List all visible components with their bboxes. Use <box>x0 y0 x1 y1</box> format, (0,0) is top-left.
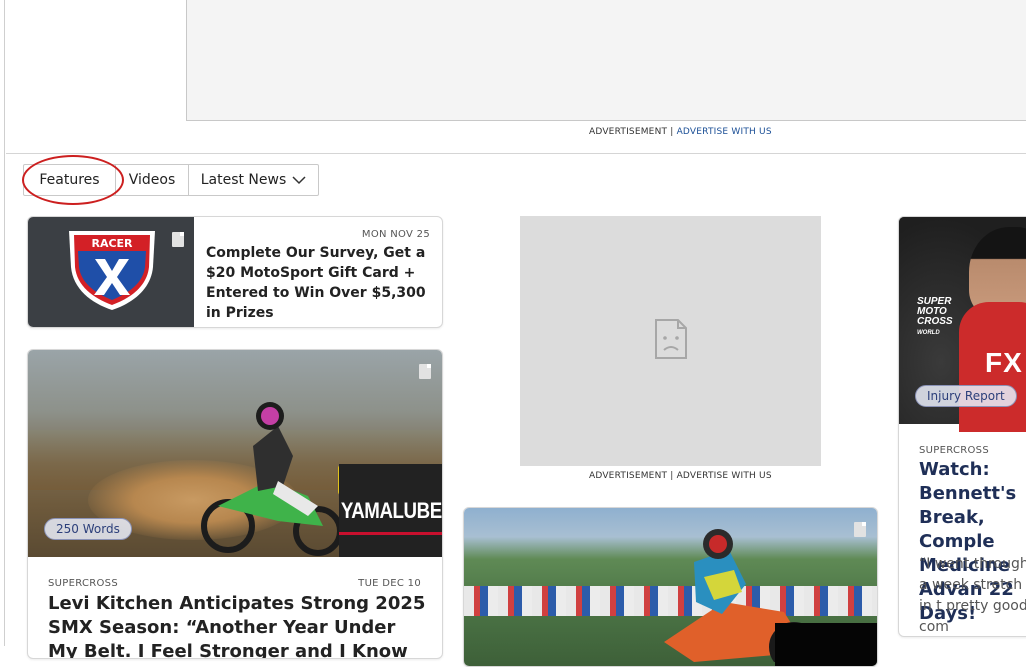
right-excerpt: “I went through a week stretch in t pret… <box>919 556 1026 635</box>
advertise-with-us-link[interactable]: ADVERTISE WITH US <box>677 471 772 481</box>
advertise-with-us-link[interactable]: ADVERTISE WITH US <box>677 127 772 137</box>
article-type-icon <box>172 232 184 247</box>
ad-label: ADVERTISEMENT <box>589 471 668 481</box>
right-category[interactable]: SUPERCROSS <box>919 445 989 456</box>
kitchen-title[interactable]: Levi Kitchen Anticipates Strong 2025 SMX… <box>48 592 428 658</box>
chevron-down-icon <box>292 175 306 184</box>
article-card-right[interactable]: FX SUPER MOTO CROSS WORLD Injury Report SUP… <box>898 216 1026 637</box>
top-ad-caption: ADVERTISEMENT | ADVERTISE WITH US <box>589 127 772 137</box>
tab-latest-news-label: Latest News <box>200 172 287 188</box>
tab-latest-news[interactable]: Latest News <box>188 165 318 195</box>
yamalube-logo: YAMALUBE <box>339 464 442 557</box>
article-card-survey[interactable]: RACER MON NOV 25 Complete Our Survey, Ge… <box>27 216 443 328</box>
article-card-kitchen[interactable]: YAMALUBE 250 Words SUPERCROSS TUE DEC 10… <box>27 349 443 659</box>
tab-features[interactable]: Features <box>24 165 115 195</box>
smx-logo: SUPER MOTO CROSS WORLD <box>917 296 953 337</box>
tab-videos-label: Videos <box>128 172 176 188</box>
racer-x-logo: RACER <box>69 231 155 310</box>
shirt-logo: FX <box>985 347 1023 378</box>
page-left-border <box>4 0 5 646</box>
injury-report-badge[interactable]: Injury Report <box>915 385 1017 407</box>
rider-graphic <box>201 402 343 556</box>
tab-features-label: Features <box>39 172 100 188</box>
mid-ad-frame[interactable] <box>520 216 821 466</box>
survey-date: MON NOV 25 <box>361 229 430 240</box>
article-card-middle[interactable] <box>463 507 878 667</box>
survey-title[interactable]: Complete Our Survey, Get a $20 MotoSport… <box>206 243 434 323</box>
yamalube-stripe <box>339 532 442 535</box>
yamalube-text: YAMALUBE <box>341 497 442 523</box>
section-divider <box>6 153 1026 154</box>
kitchen-category[interactable]: SUPERCROSS <box>48 578 118 589</box>
article-type-icon <box>854 522 866 537</box>
content-tabs: Features Videos Latest News <box>23 164 319 196</box>
broken-image-icon <box>655 319 687 359</box>
kitchen-date: TUE DEC 10 <box>358 578 421 589</box>
article-type-icon <box>419 364 431 379</box>
word-count-badge[interactable]: 250 Words <box>44 518 132 540</box>
svg-text:RACER: RACER <box>91 237 133 250</box>
ad-label: ADVERTISEMENT <box>589 127 668 137</box>
middle-photo[interactable] <box>464 508 877 666</box>
tab-videos[interactable]: Videos <box>115 165 188 195</box>
racer-x-thumbnail[interactable]: RACER <box>28 217 194 327</box>
ad-separator: | <box>670 471 674 481</box>
sponsor-logo-block <box>775 623 877 666</box>
ad-separator: | <box>670 127 674 137</box>
mid-ad-caption: ADVERTISEMENT | ADVERTISE WITH US <box>589 471 772 481</box>
kitchen-photo[interactable]: YAMALUBE 250 Words <box>28 350 442 557</box>
right-photo[interactable]: FX SUPER MOTO CROSS WORLD Injury Report <box>899 217 1026 432</box>
top-ad-frame[interactable] <box>186 0 1026 121</box>
